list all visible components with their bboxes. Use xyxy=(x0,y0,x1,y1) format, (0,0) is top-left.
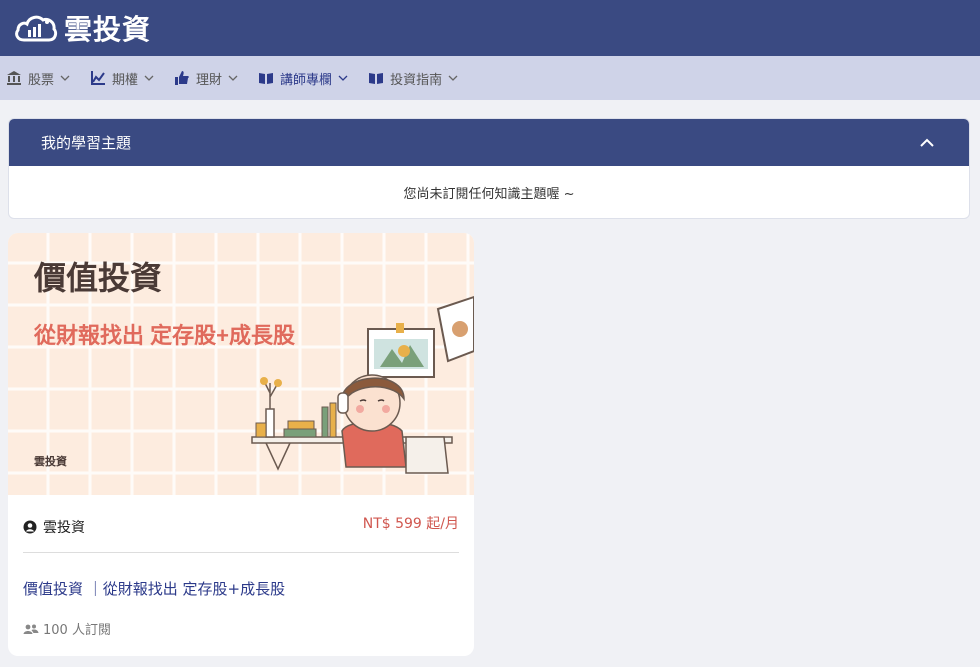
chart-line-icon xyxy=(91,71,106,85)
chevron-down-icon xyxy=(144,75,154,81)
learning-topics-panel: 我的學習主題 您尚未訂閱任何知識主題喔 ~ xyxy=(8,118,970,219)
subscriber-count: 100 人訂閱 xyxy=(23,619,459,638)
collapse-button[interactable] xyxy=(917,133,937,153)
topics-title: 我的學習主題 xyxy=(41,134,132,152)
top-header: 雲投資 xyxy=(0,0,980,56)
nav-label: 股票 xyxy=(28,72,55,88)
banner-title: 價值投資 xyxy=(33,260,162,296)
users-icon xyxy=(23,624,39,634)
course-card[interactable]: 價值投資 從財報找出 定存股+成長股 雲投資 雲投資 NT$ 599 起/月 價… xyxy=(8,233,474,656)
book-open-icon xyxy=(369,73,384,84)
brand-name: 雲投資 xyxy=(64,13,152,46)
nav-label: 理財 xyxy=(196,72,223,88)
nav-item-options[interactable]: 期權 xyxy=(90,69,154,88)
price: NT$ 599 起/月 xyxy=(362,516,459,532)
thumbs-up-icon xyxy=(175,71,189,85)
nav-item-guide[interactable]: 投資指南 xyxy=(368,69,458,88)
card-body: 雲投資 NT$ 599 起/月 價值投資 ｜從財報找出 定存股+成長股 100 … xyxy=(8,495,474,638)
card-meta-row: 雲投資 NT$ 599 起/月 xyxy=(23,495,459,553)
course-banner-image[interactable]: 價值投資 從財報找出 定存股+成長股 雲投資 xyxy=(8,233,474,495)
author[interactable]: 雲投資 xyxy=(23,517,85,537)
nav-label: 講師專欄 xyxy=(280,72,333,88)
chevron-down-icon xyxy=(228,75,238,81)
chevron-up-icon xyxy=(920,138,934,147)
banner-subtitle: 從財報找出 定存股+成長股 xyxy=(33,323,295,348)
chevron-down-icon xyxy=(338,75,348,81)
topics-empty-message: 您尚未訂閱任何知識主題喔 ~ xyxy=(403,187,575,202)
banner-brand: 雲投資 xyxy=(34,454,67,468)
brand-logo[interactable]: 雲投資 xyxy=(14,8,151,48)
main-nav: 股票 期權 理財 講師專欄 投資指南 xyxy=(0,56,980,100)
book-open-icon xyxy=(259,73,274,84)
nav-item-stocks[interactable]: 股票 xyxy=(6,69,70,88)
nav-label: 投資指南 xyxy=(390,72,443,88)
chevron-down-icon xyxy=(448,75,458,81)
nav-label: 期權 xyxy=(112,72,139,88)
topics-panel-header[interactable]: 我的學習主題 xyxy=(9,119,969,166)
nav-item-columns[interactable]: 講師專欄 xyxy=(258,69,348,88)
bank-icon xyxy=(7,71,21,85)
chevron-down-icon xyxy=(60,75,70,81)
subscriber-count-text: 100 人訂閱 xyxy=(43,623,111,638)
author-name: 雲投資 xyxy=(43,520,85,536)
user-circle-icon xyxy=(23,520,37,534)
course-title-link[interactable]: 價值投資 ｜從財報找出 定存股+成長股 xyxy=(23,578,459,599)
nav-item-finance[interactable]: 理財 xyxy=(174,69,238,88)
cloud-chart-logo-icon xyxy=(15,15,58,42)
